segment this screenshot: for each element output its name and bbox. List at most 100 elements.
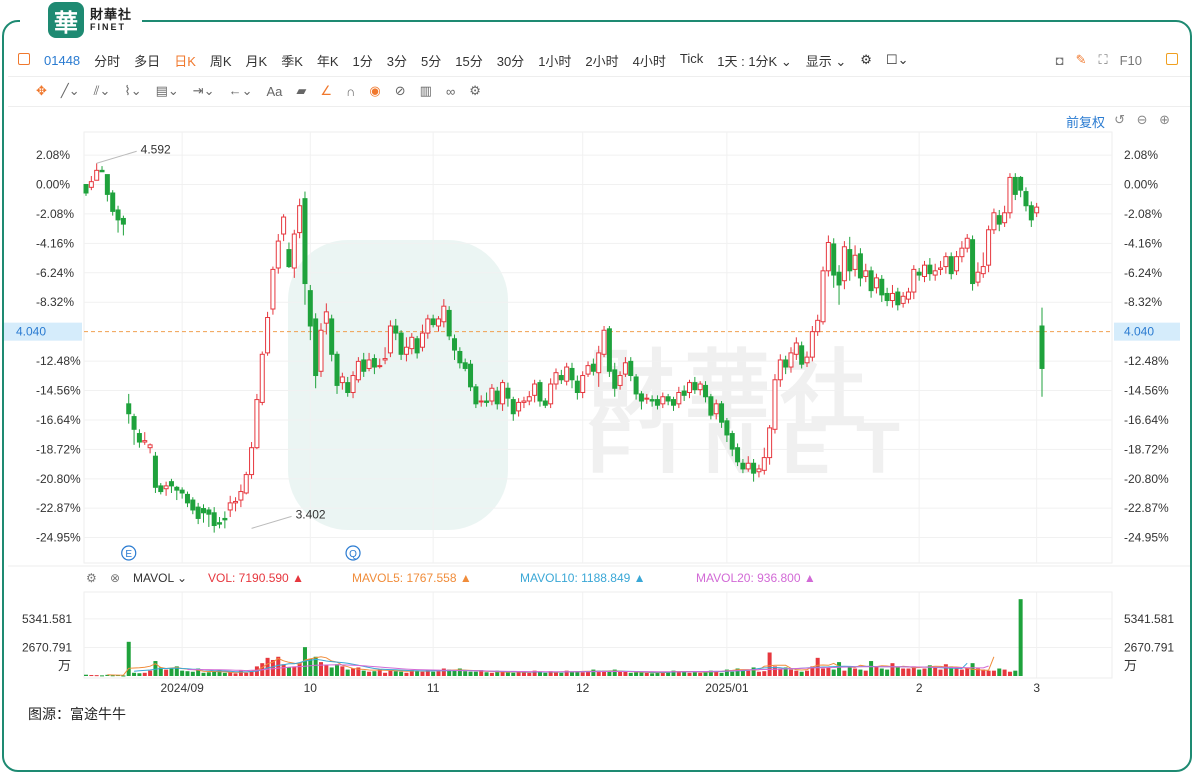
- candlestick-chart[interactable]: 2.08% 2.08% 0.00% 0.00% -2.08% -2.08% -4.16% -4…: [0, 0, 1198, 778]
- candle-body: [441, 305, 447, 323]
- candle-body: [452, 338, 458, 351]
- x-tick-label: 2024/09: [160, 681, 204, 695]
- candle: [970, 235, 976, 291]
- price-tick-left: -24.95%: [36, 531, 81, 545]
- volume-bar: [297, 663, 302, 676]
- volume-bar: [917, 669, 922, 676]
- candle-body: [703, 384, 709, 398]
- candle: [184, 491, 190, 508]
- volume-bar: [837, 662, 842, 676]
- candle: [986, 225, 992, 273]
- candle: [729, 430, 735, 457]
- candle: [334, 351, 340, 394]
- candle: [868, 266, 874, 298]
- volume-bar: [1002, 669, 1007, 676]
- volume-bar: [137, 673, 142, 676]
- candle-body: [526, 396, 532, 402]
- candle-body: [1018, 176, 1024, 191]
- candle-body: [665, 396, 671, 402]
- candle-body: [638, 393, 644, 402]
- volume-bar: [463, 671, 468, 676]
- candle-body: [729, 433, 735, 450]
- candle-body: [863, 270, 869, 277]
- candle: [815, 314, 821, 336]
- volume-bar: [858, 669, 863, 676]
- candle: [745, 456, 751, 472]
- candle: [521, 396, 527, 409]
- candle: [318, 323, 324, 377]
- candle-body: [986, 229, 992, 266]
- candle-body: [793, 342, 799, 355]
- candle-body: [206, 509, 212, 515]
- annotation-leader: [96, 150, 137, 164]
- candle: [446, 306, 452, 341]
- candle: [1012, 173, 1018, 201]
- candle: [110, 190, 116, 216]
- volume-bar: [719, 672, 724, 676]
- candle-body: [323, 311, 329, 324]
- volume-bar: [83, 674, 89, 676]
- price-tick-left: -4.16%: [36, 236, 74, 250]
- candle: [233, 497, 239, 512]
- candle: [281, 214, 287, 242]
- candle-body: [163, 485, 169, 490]
- volume-bar: [212, 671, 217, 676]
- candle: [329, 314, 335, 362]
- candle: [222, 511, 228, 529]
- price-tick-right: -16.64%: [1124, 413, 1169, 427]
- candle: [323, 303, 329, 335]
- candle-body: [964, 237, 970, 249]
- candle-body: [836, 271, 842, 286]
- candle: [200, 504, 207, 523]
- volume-bar: [1007, 671, 1012, 676]
- volume-bar: [286, 667, 291, 676]
- volume-bar: [991, 670, 996, 676]
- volume-bar: [559, 672, 564, 676]
- volume-bar: [543, 672, 548, 676]
- candle: [783, 355, 789, 375]
- volume-legend-label: MAVOL10: 1188.849 ▲: [520, 571, 646, 585]
- candle-body: [932, 270, 938, 276]
- price-tick-left: -2.08%: [36, 207, 74, 221]
- volume-bar: [906, 668, 911, 676]
- candle-body: [430, 318, 436, 326]
- volume-bar: [148, 670, 153, 676]
- candle-body: [275, 240, 281, 269]
- price-tick-right: -4.16%: [1124, 236, 1162, 250]
- candle: [825, 235, 831, 277]
- candle-body: [719, 403, 725, 423]
- x-tick-label: 12: [576, 681, 590, 695]
- candle: [152, 451, 158, 493]
- volume-bar: [692, 672, 697, 676]
- candle: [168, 478, 174, 493]
- price-tick-right: 2.08%: [1124, 148, 1158, 162]
- volume-bar: [799, 671, 804, 676]
- candle-body: [767, 427, 773, 459]
- volume-bar: [922, 668, 927, 676]
- volume-bar: [986, 670, 991, 676]
- candle: [703, 381, 709, 403]
- candle-body: [911, 268, 917, 293]
- candle: [708, 393, 714, 420]
- candle: [99, 166, 105, 173]
- candle-body: [553, 372, 559, 385]
- candle: [1039, 307, 1045, 397]
- volume-bar: [660, 672, 665, 676]
- candle: [740, 459, 746, 474]
- candle: [884, 287, 890, 307]
- candle: [425, 314, 431, 339]
- volume-bar: [441, 668, 446, 676]
- candle: [313, 313, 319, 389]
- volume-bar: [628, 672, 633, 676]
- volume-bar: [201, 672, 206, 676]
- candle: [302, 191, 308, 305]
- candle: [548, 378, 554, 409]
- volume-tick-left: 2670.791: [22, 640, 72, 654]
- candle: [799, 341, 805, 369]
- candle: [911, 265, 917, 300]
- candle-body: [403, 346, 409, 355]
- candle-body: [895, 291, 901, 306]
- price-tick-right: -8.32%: [1124, 295, 1162, 309]
- price-tick-left: 2.08%: [36, 148, 70, 162]
- volume-bar: [794, 670, 799, 676]
